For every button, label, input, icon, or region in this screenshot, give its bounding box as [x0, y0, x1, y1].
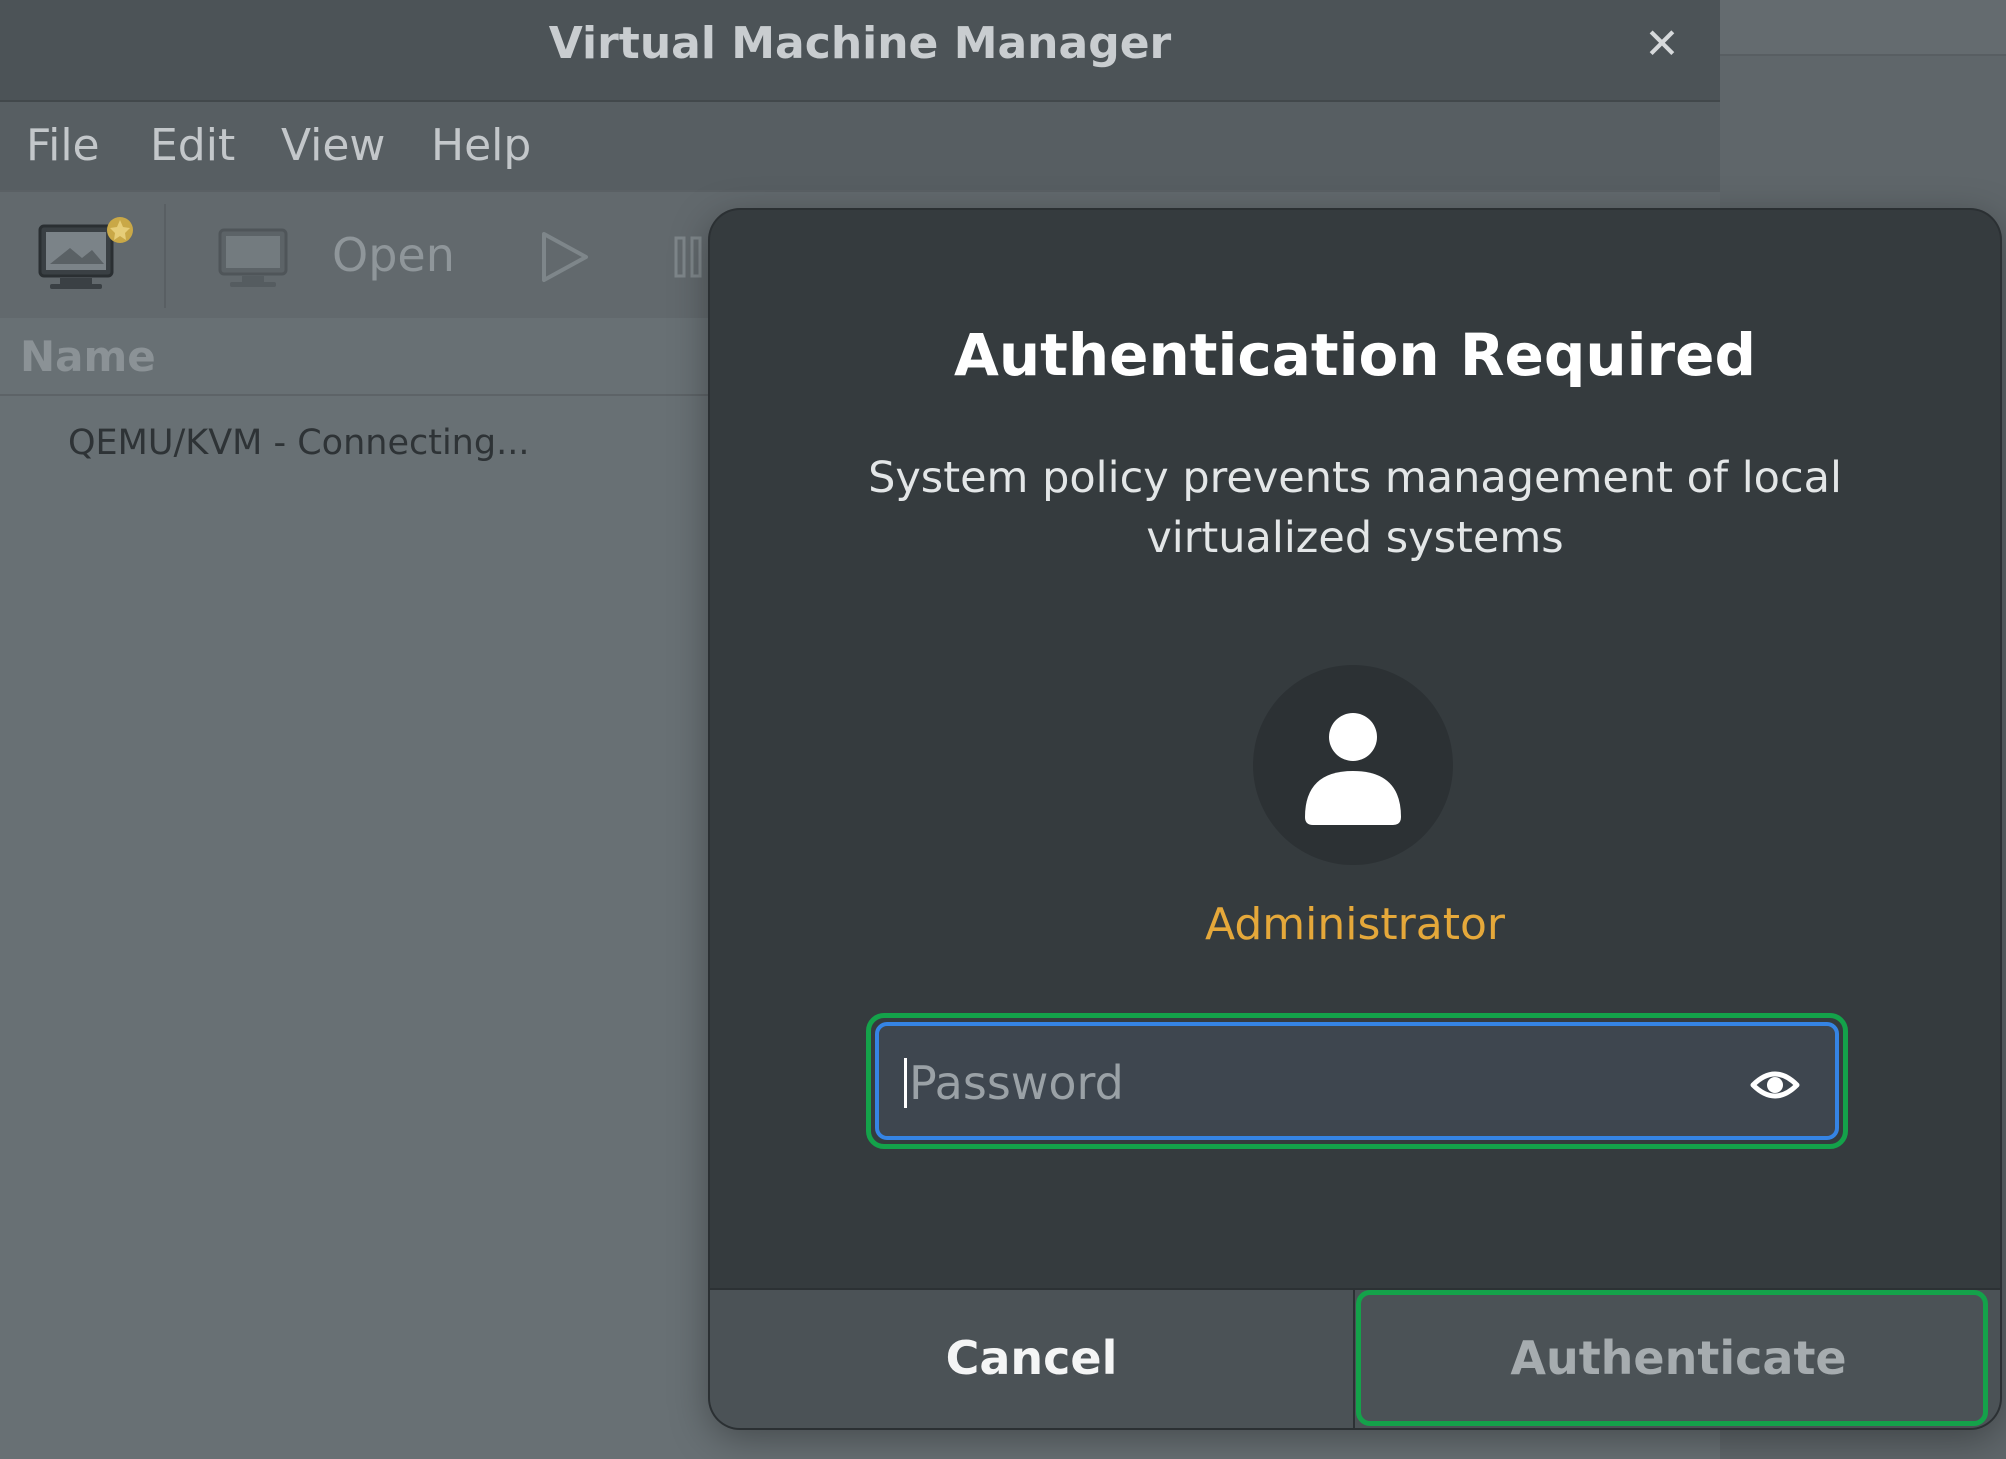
play-icon [542, 232, 588, 282]
connection-label: QEMU/KVM - Connecting... [68, 423, 530, 463]
menu-help[interactable]: Help [431, 102, 531, 190]
menu-view[interactable]: View [281, 102, 385, 190]
column-name-header[interactable]: Name [20, 326, 156, 388]
dialog-title: Authentication Required [953, 321, 1757, 389]
close-button[interactable]: ✕ [1632, 16, 1692, 72]
reveal-password-button[interactable] [1749, 1059, 1801, 1111]
text-caret [904, 1058, 907, 1108]
toolbar-separator [164, 204, 166, 308]
window-title: Virtual Machine Manager [548, 18, 1172, 69]
background-window-titlebar [1720, 0, 2006, 56]
user-avatar-icon [1305, 713, 1401, 825]
authentication-dialog: Authentication Required System policy pr… [710, 210, 2000, 1428]
password-placeholder: Password [909, 1056, 1124, 1110]
eye-icon [1750, 1071, 1800, 1099]
new-vm-icon [38, 217, 133, 289]
new-vm-button[interactable] [30, 212, 140, 302]
password-field[interactable]: Password [875, 1022, 1839, 1140]
user-avatar [1253, 665, 1453, 865]
user-name: Administrator [1205, 899, 1505, 950]
titlebar: Virtual Machine Manager ✕ [0, 0, 1720, 102]
pause-button[interactable] [672, 222, 712, 292]
menu-edit[interactable]: Edit [150, 102, 235, 190]
monitor-icon [218, 228, 288, 287]
run-button[interactable] [532, 222, 600, 292]
vm-list-row[interactable]: QEMU/KVM - Connecting... [0, 408, 720, 478]
menu-file[interactable]: File [26, 102, 100, 190]
desktop: Virtual Machine Manager ✕ File Edit View… [0, 0, 2006, 1459]
cancel-button[interactable]: Cancel [710, 1290, 1355, 1428]
dialog-message: System policy prevents management of loc… [868, 453, 1842, 563]
open-label: Open [332, 228, 455, 282]
authenticate-highlight-outline [1356, 1290, 1988, 1426]
menubar: File Edit View Help [0, 102, 1720, 190]
pause-icon [674, 236, 702, 278]
